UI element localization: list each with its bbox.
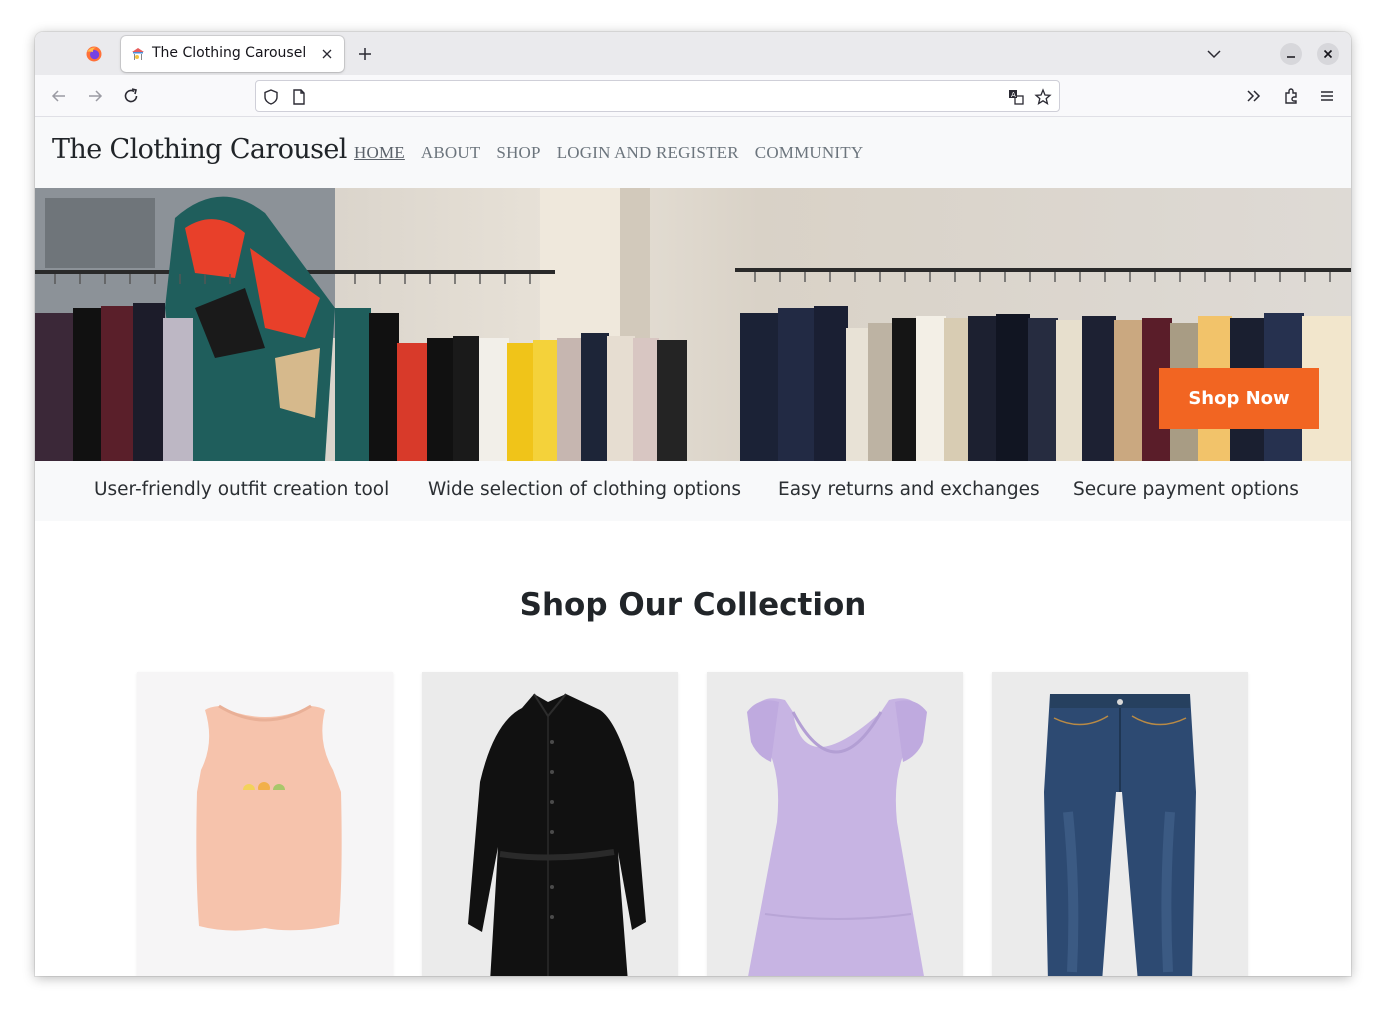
site-navbar: The Clothing Carousel HOME ABOUT SHOP LO… bbox=[35, 117, 1351, 188]
close-icon bbox=[1323, 49, 1333, 59]
nav-link-about[interactable]: ABOUT bbox=[421, 143, 481, 163]
product-image-shirt-dress bbox=[468, 693, 646, 976]
web-page: The Clothing Carousel HOME ABOUT SHOP LO… bbox=[35, 117, 1351, 976]
tab-active[interactable]: The Clothing Carousel bbox=[121, 36, 344, 72]
hero-banner: Shop Now bbox=[35, 188, 1351, 461]
nav-link-login-register[interactable]: LOGIN AND REGISTER bbox=[557, 143, 739, 163]
product-card[interactable] bbox=[137, 672, 393, 976]
overflow-icon[interactable] bbox=[1244, 86, 1264, 106]
product-image-ruffle-dress bbox=[747, 698, 927, 976]
hero-image bbox=[35, 188, 1351, 461]
firefox-icon[interactable] bbox=[86, 46, 102, 62]
menu-icon[interactable] bbox=[1317, 86, 1337, 106]
tab-strip: The Clothing Carousel bbox=[35, 32, 1351, 75]
product-image-jeans bbox=[1044, 694, 1196, 976]
chevron-down-icon[interactable] bbox=[1205, 45, 1223, 63]
product-card[interactable] bbox=[707, 672, 963, 976]
shield-icon[interactable] bbox=[262, 88, 280, 106]
main-menu: HOME ABOUT SHOP LOGIN AND REGISTER COMMU… bbox=[354, 143, 863, 163]
url-bar[interactable]: A bbox=[255, 80, 1060, 112]
nav-link-community[interactable]: COMMUNITY bbox=[755, 143, 864, 163]
navigation-toolbar: A bbox=[35, 75, 1351, 117]
page-icon[interactable] bbox=[290, 88, 308, 106]
nav-link-shop[interactable]: SHOP bbox=[496, 143, 540, 163]
svg-text:A: A bbox=[1011, 91, 1016, 99]
browser-window: The Clothing Carousel A The Clothing Car… bbox=[35, 32, 1351, 976]
close-icon[interactable] bbox=[318, 45, 336, 63]
minimize-icon bbox=[1287, 56, 1295, 58]
features-bar: User-friendly outfit creation tool Wide … bbox=[35, 461, 1351, 521]
feature-item: Wide selection of clothing options bbox=[428, 479, 742, 500]
feature-item: Secure payment options bbox=[1073, 479, 1299, 500]
nav-link-home[interactable]: HOME bbox=[354, 143, 405, 163]
shop-now-button[interactable]: Shop Now bbox=[1159, 368, 1319, 429]
minimize-button[interactable] bbox=[1280, 43, 1302, 65]
forward-icon[interactable] bbox=[85, 86, 105, 106]
feature-item: User-friendly outfit creation tool bbox=[94, 479, 390, 500]
product-card[interactable] bbox=[992, 672, 1248, 976]
collection-title: Shop Our Collection bbox=[519, 587, 867, 623]
product-image-tank-top bbox=[196, 704, 342, 931]
back-icon[interactable] bbox=[49, 86, 69, 106]
window-close-button[interactable] bbox=[1317, 43, 1339, 65]
plus-icon[interactable] bbox=[355, 44, 375, 64]
site-brand[interactable]: The Clothing Carousel bbox=[52, 134, 347, 165]
carousel-favicon bbox=[132, 48, 144, 60]
reload-icon[interactable] bbox=[121, 86, 141, 106]
tab-title: The Clothing Carousel bbox=[152, 45, 307, 61]
product-card[interactable] bbox=[422, 672, 678, 976]
extensions-icon[interactable] bbox=[1281, 86, 1301, 106]
star-icon[interactable] bbox=[1034, 88, 1052, 106]
translate-icon[interactable]: A bbox=[1007, 88, 1025, 106]
feature-item: Easy returns and exchanges bbox=[778, 479, 1040, 500]
